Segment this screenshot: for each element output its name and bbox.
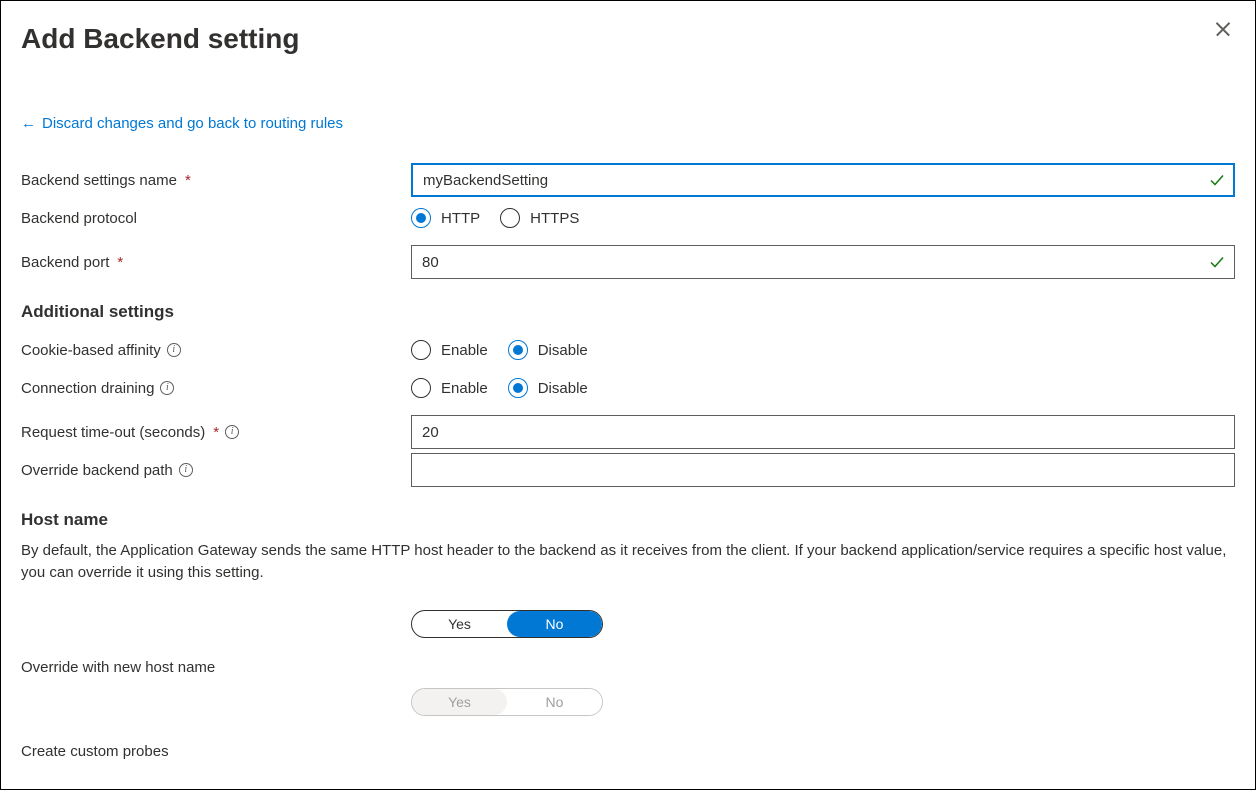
required-asterisk: *	[117, 254, 123, 271]
radio-icon	[411, 208, 431, 228]
backend-protocol-label: Backend protocol	[21, 210, 137, 227]
cookie-affinity-enable-radio[interactable]: Enable	[411, 340, 488, 360]
request-timeout-input[interactable]	[411, 415, 1235, 449]
request-timeout-label: Request time-out (seconds)	[21, 424, 205, 441]
close-icon[interactable]	[1213, 19, 1233, 39]
connection-draining-enable-radio[interactable]: Enable	[411, 378, 488, 398]
info-icon[interactable]: i	[167, 343, 181, 357]
backend-name-input[interactable]	[411, 163, 1235, 197]
connection-draining-enable-label: Enable	[441, 380, 488, 397]
back-link-text: Discard changes and go back to routing r…	[42, 115, 343, 132]
required-asterisk: *	[213, 424, 219, 441]
panel-title: Add Backend setting	[21, 23, 1235, 55]
radio-icon	[500, 208, 520, 228]
protocol-http-label: HTTP	[441, 210, 480, 227]
override-new-hostname-no: No	[507, 689, 602, 715]
cookie-affinity-radiogroup: Enable Disable	[411, 340, 588, 360]
create-custom-probes-label: Create custom probes	[21, 743, 169, 760]
cookie-affinity-disable-radio[interactable]: Disable	[508, 340, 588, 360]
override-hostname-toggle[interactable]: Yes No	[411, 610, 603, 638]
additional-settings-heading: Additional settings	[21, 302, 1235, 322]
info-icon[interactable]: i	[225, 425, 239, 439]
override-new-hostname-label: Override with new host name	[21, 659, 215, 676]
backend-name-label: Backend settings name	[21, 172, 177, 189]
connection-draining-disable-radio[interactable]: Disable	[508, 378, 588, 398]
backend-protocol-radiogroup: HTTP HTTPS	[411, 208, 579, 228]
info-icon[interactable]: i	[179, 463, 193, 477]
cookie-affinity-label: Cookie-based affinity	[21, 342, 161, 359]
radio-icon	[508, 340, 528, 360]
override-backend-path-label: Override backend path	[21, 462, 173, 479]
required-asterisk: *	[185, 172, 191, 189]
back-link[interactable]: ← Discard changes and go back to routing…	[21, 115, 343, 132]
override-hostname-no[interactable]: No	[507, 611, 602, 637]
radio-icon	[508, 378, 528, 398]
cookie-affinity-disable-label: Disable	[538, 342, 588, 359]
protocol-https-radio[interactable]: HTTPS	[500, 208, 579, 228]
connection-draining-disable-label: Disable	[538, 380, 588, 397]
connection-draining-radiogroup: Enable Disable	[411, 378, 588, 398]
info-icon[interactable]: i	[160, 381, 174, 395]
override-hostname-yes[interactable]: Yes	[412, 611, 507, 637]
override-new-hostname-yes: Yes	[412, 689, 507, 715]
override-new-hostname-toggle: Yes No	[411, 688, 603, 716]
host-name-description: By default, the Application Gateway send…	[21, 540, 1235, 584]
backend-port-label: Backend port	[21, 254, 109, 271]
protocol-http-radio[interactable]: HTTP	[411, 208, 480, 228]
backend-port-input[interactable]	[411, 245, 1235, 279]
arrow-left-icon: ←	[21, 115, 36, 132]
override-backend-path-input[interactable]	[411, 453, 1235, 487]
radio-icon	[411, 340, 431, 360]
cookie-affinity-enable-label: Enable	[441, 342, 488, 359]
connection-draining-label: Connection draining	[21, 380, 154, 397]
protocol-https-label: HTTPS	[530, 210, 579, 227]
host-name-heading: Host name	[21, 510, 1235, 530]
radio-icon	[411, 378, 431, 398]
